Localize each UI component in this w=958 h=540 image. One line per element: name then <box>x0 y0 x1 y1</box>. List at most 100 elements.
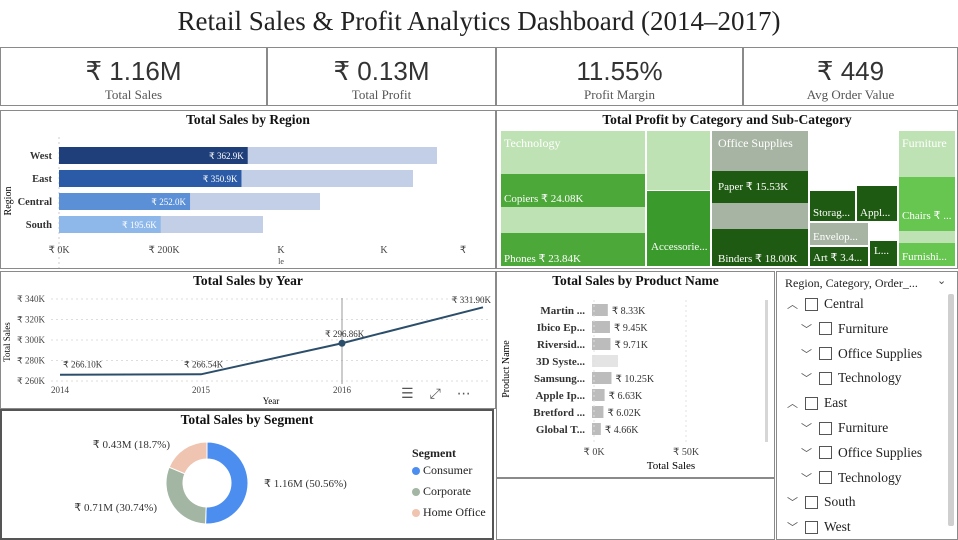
slicer-item[interactable]: ﹀ Office Supplies <box>801 346 922 362</box>
donut-slice[interactable] <box>168 441 208 475</box>
donut-slice[interactable] <box>205 441 249 525</box>
treemap-cell-label: Appl... <box>860 207 891 219</box>
slicer-item[interactable]: ﹀ Furniture <box>801 420 888 436</box>
kpi-total-profit[interactable]: ₹ 0.13M Total Profit <box>267 47 496 106</box>
more-options-icon[interactable]: ⋯ <box>457 386 471 402</box>
region-chart-panel[interactable]: Total Sales by Region Region ₹ 0K ₹ 200K… <box>0 110 496 269</box>
product-category-label: Riversid... <box>537 339 585 351</box>
chevron-down-icon[interactable]: ﹀ <box>801 321 815 337</box>
treemap-panel[interactable]: Total Profit by Category and Sub-Categor… <box>496 110 958 269</box>
slicer-item[interactable]: ︿ East <box>787 395 847 411</box>
treemap-cell-appliances[interactable]: Appl... <box>857 186 897 221</box>
kpi-value: ₹ 0.13M <box>333 56 430 86</box>
kpi-total-sales[interactable]: ₹ 1.16M Total Sales <box>0 47 267 106</box>
product-chart-panel[interactable]: Total Sales by Product Name Product Name… <box>496 271 775 478</box>
checkbox[interactable] <box>819 347 832 361</box>
slicer-item-label: Furniture <box>838 320 889 336</box>
kpi-avg-order-value[interactable]: ₹ 449 Avg Order Value <box>743 47 958 106</box>
checkbox[interactable] <box>805 520 818 534</box>
treemap-cell-art[interactable]: Art ₹ 3.4... <box>810 247 868 266</box>
scrollbar[interactable] <box>948 294 954 526</box>
product-bar[interactable] <box>592 355 618 367</box>
product-bar[interactable] <box>592 338 611 350</box>
region-chart[interactable]: Region ₹ 0K ₹ 200K K K ₹ le West ₹ 362.9K… <box>1 111 495 268</box>
chevron-up-icon[interactable]: ︿ <box>787 395 801 411</box>
year-y-tick: ₹ 260K <box>17 376 45 386</box>
treemap[interactable]: Technology Copiers ₹ 24.08K Phones ₹ 23.… <box>501 131 955 266</box>
checkbox[interactable] <box>805 495 818 509</box>
treemap-cell-binders[interactable]: Binders ₹ 18.00K <box>712 229 808 266</box>
checkbox[interactable] <box>819 421 832 435</box>
segment-chart-panel[interactable]: Total Sales by Segment ₹ 1.16M (50.56%) ₹… <box>0 409 494 540</box>
year-data-label: ₹ 266.54K <box>184 359 224 369</box>
product-category-label: Martin ... <box>540 305 585 317</box>
year-data-label: ₹ 331.90K <box>452 295 492 305</box>
treemap-cell-envelopes[interactable]: Envelop... <box>810 223 868 245</box>
product-bar[interactable] <box>592 372 612 384</box>
kpi-profit-margin[interactable]: 11.55% Profit Margin <box>496 47 743 106</box>
treemap-cell-storage[interactable]: Storag... <box>810 191 855 221</box>
treemap-cell-label: Furnishi... <box>902 251 947 263</box>
legend-label: Corporate <box>423 484 471 498</box>
year-y-axis-label: Total Sales <box>2 322 12 362</box>
year-y-tick: ₹ 300K <box>17 335 45 345</box>
checkbox[interactable] <box>805 297 818 311</box>
slicer-header[interactable]: Region, Category, Order_... <box>785 276 918 291</box>
treemap-cell-copiers[interactable]: Copiers ₹ 24.08K <box>501 174 645 207</box>
slicer-item[interactable]: ﹀ Furniture <box>801 321 888 337</box>
kpi-label: Avg Order Value <box>806 87 895 102</box>
treemap-cell-accessories[interactable]: Accessorie... <box>647 191 710 266</box>
treemap-cell-labels[interactable]: L... <box>870 241 897 266</box>
treemap-cell-phones[interactable]: Phones ₹ 23.84K <box>501 233 645 266</box>
filter-icon[interactable]: ☰ <box>401 386 414 402</box>
checkbox[interactable] <box>805 396 818 410</box>
checkbox[interactable] <box>819 471 832 485</box>
chevron-down-icon[interactable]: ﹀ <box>801 370 815 386</box>
legend-item-corporate[interactable]: Corporate <box>412 484 471 499</box>
scrollbar[interactable] <box>765 300 768 442</box>
checkbox[interactable] <box>819 322 832 336</box>
slicer-item[interactable]: ︿ Central <box>787 296 864 312</box>
chevron-down-icon[interactable]: ﹀ <box>787 494 801 510</box>
legend-item-consumer[interactable]: Consumer <box>412 463 472 478</box>
year-y-tick: ₹ 320K <box>17 315 45 325</box>
chevron-down-icon[interactable]: ﹀ <box>801 470 815 486</box>
chevron-up-icon[interactable]: ︿ <box>787 296 801 312</box>
treemap-cell-label: Art ₹ 3.4... <box>813 252 863 264</box>
legend-label: Consumer <box>423 463 473 477</box>
slicer-panel[interactable]: Region, Category, Order_... ⌄ ︿ Central ﹀ F… <box>776 271 958 540</box>
product-bar[interactable] <box>592 321 610 333</box>
legend-item-home-office[interactable]: Home Office <box>412 505 486 520</box>
kpi-value: ₹ 449 <box>816 56 885 86</box>
slicer-item[interactable]: ﹀ Technology <box>801 370 902 386</box>
slicer-item-label: Central <box>824 296 864 311</box>
treemap-cell-chairs[interactable]: Chairs ₹ ... <box>899 177 955 231</box>
focus-mode-icon[interactable]: ⤢ <box>430 386 441 402</box>
chevron-down-icon[interactable]: ﹀ <box>801 420 815 436</box>
treemap-cell-paper[interactable]: Paper ₹ 15.53K <box>712 171 808 203</box>
year-chart-panel[interactable]: Total Sales by Year Total Sales Year ₹ 3… <box>0 271 496 409</box>
chevron-down-icon[interactable]: ﹀ <box>801 346 815 362</box>
slicer-item[interactable]: ﹀ West <box>787 519 851 535</box>
year-data-label: ₹ 266.10K <box>63 360 103 370</box>
year-point-marker[interactable] <box>338 339 346 347</box>
product-data-label: ₹ 8.33K <box>612 306 646 317</box>
slicer-item[interactable]: ﹀ Technology <box>801 470 902 486</box>
chevron-down-icon[interactable]: ﹀ <box>801 445 815 461</box>
product-bar[interactable] <box>592 423 601 435</box>
treemap-cell-furnishings[interactable]: Furnishi... <box>899 243 955 266</box>
region-y-axis-label: Region <box>3 187 14 216</box>
checkbox[interactable] <box>819 446 832 460</box>
chevron-down-icon[interactable]: ﹀ <box>787 519 801 535</box>
visual-toolbar: ☰ ⤢ ⋯ <box>401 386 471 402</box>
product-chart[interactable]: Product Name Total Sales Martin ... ₹ 8.3… <box>497 272 774 477</box>
checkbox[interactable] <box>819 371 832 385</box>
region-data-label: ₹ 350.9K <box>203 174 238 184</box>
slicer-item[interactable]: ﹀ South <box>787 494 856 510</box>
chevron-down-icon[interactable]: ⌄ <box>937 274 946 287</box>
donut-slice[interactable] <box>165 466 207 525</box>
legend-label: Home Office <box>423 505 486 519</box>
region-x-tick: ₹ <box>460 245 466 256</box>
slicer-item[interactable]: ﹀ Office Supplies <box>801 445 922 461</box>
year-series-line[interactable] <box>59 306 484 376</box>
